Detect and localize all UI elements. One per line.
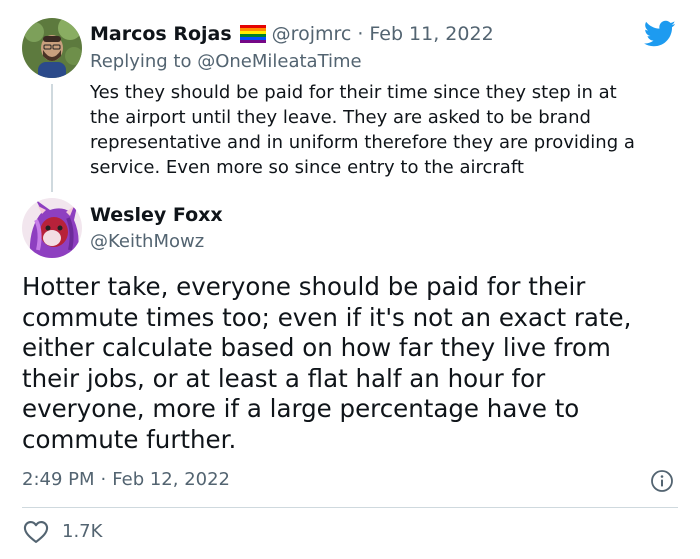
thread-connector-line <box>51 84 53 192</box>
like-button[interactable]: 1.7K <box>22 518 102 546</box>
reply-tweet-text: Yes they should be paid for their time s… <box>90 82 635 178</box>
rainbow-flag-icon <box>239 25 266 43</box>
info-icon[interactable] <box>650 469 674 493</box>
twitter-bird-icon[interactable] <box>643 20 676 48</box>
replying-to-line: Replying to @OneMileataTime <box>90 49 362 75</box>
avatar-wesley-foxx[interactable] <box>22 198 82 258</box>
reply-tweet-header: Marcos Rojas @rojmrc · Feb 11, 2022 <box>90 20 494 48</box>
separator-dot: · <box>100 469 107 490</box>
heart-icon <box>23 521 49 543</box>
avatar-marcos-rojas[interactable] <box>22 18 82 78</box>
main-tweet-text: Hotter take, everyone should be paid for… <box>22 272 632 454</box>
reply-date[interactable]: Feb 11, 2022 <box>369 20 493 48</box>
separator-dot: · <box>357 23 364 45</box>
tweet-timestamp[interactable]: 2:49 PM · Feb 12, 2022 <box>22 466 230 494</box>
tweet-time: 2:49 PM <box>22 469 95 490</box>
main-author-handle[interactable]: @KeithMowz <box>90 229 204 255</box>
main-author-name[interactable]: Wesley Foxx <box>90 202 223 228</box>
tweet-date: Feb 12, 2022 <box>112 469 231 490</box>
divider <box>22 507 678 508</box>
replying-to-prefix: Replying to <box>90 51 198 72</box>
like-count: 1.7K <box>62 521 103 542</box>
replying-to-handle[interactable]: @OneMileataTime <box>197 51 361 72</box>
reply-author-handle[interactable]: @rojmrc <box>272 20 352 48</box>
reply-author-name[interactable]: Marcos Rojas <box>90 20 232 48</box>
